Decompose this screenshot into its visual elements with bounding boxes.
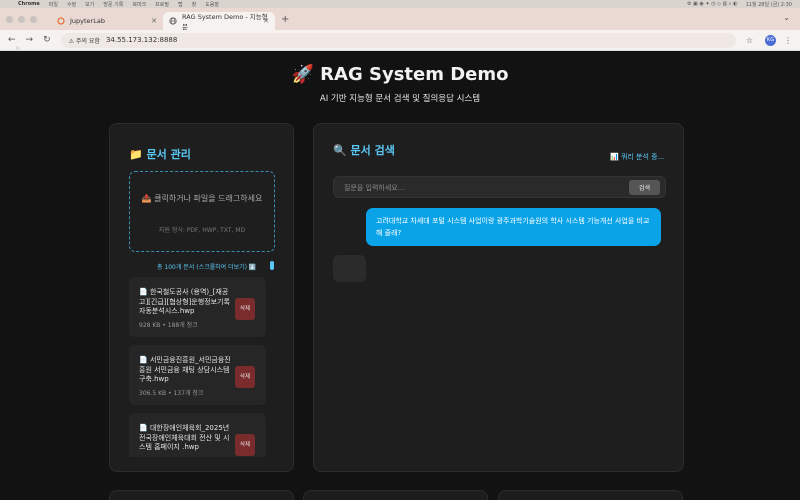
search-panel-title: 🔍 문서 검색: [333, 144, 395, 157]
list-item[interactable]: 📄 서민금융진흥원_서민금융진흥원 서민금융 채팅 상담시스템 구축.hwp 3…: [129, 345, 266, 405]
page-subtitle: AI 기반 지능형 문서 검색 및 질의응답 시스템: [319, 94, 481, 104]
window-controls: [6, 15, 37, 23]
list-item[interactable]: 📄 대한장애인체육회_2025년 전국장애인체육대회 전산 및 시스템 홈페이지…: [129, 413, 266, 457]
security-warning[interactable]: ⚠ 주의 요함: [69, 36, 100, 45]
user-message-bubble: 고려대학교 차세대 포털 시스템 사업이랑 광주과학기술원의 학사 시스템 기능…: [366, 208, 661, 246]
query-status: 📊 쿼리 분석 중...: [610, 153, 665, 161]
tab-rag-demo[interactable]: RAG System Demo - 지능형 문 ✕: [163, 12, 275, 31]
tab-search-icon[interactable]: ⌄: [783, 13, 790, 22]
menu-window[interactable]: 창: [192, 1, 197, 8]
jupyter-icon: [57, 17, 65, 25]
bookmark-star-icon[interactable]: ☆: [746, 36, 753, 45]
close-window-icon[interactable]: [6, 15, 13, 23]
supported-formats: 지원 형식: PDF, HWP, TXT, MD: [158, 227, 246, 234]
reload-icon[interactable]: ↻: [43, 35, 51, 45]
delete-button[interactable]: 삭제: [235, 298, 255, 320]
delete-button[interactable]: 삭제: [235, 366, 255, 388]
tab-label: JupyterLab: [70, 17, 105, 25]
menu-edit[interactable]: 수정: [67, 1, 76, 8]
document-name: 📄 서민금융진흥원_서민금융진흥원 서민금융 채팅 상담시스템 구축.hwp: [139, 356, 231, 383]
minimize-window-icon[interactable]: [18, 15, 25, 23]
menubar-clock[interactable]: 11월 28일 (금) 2:30: [746, 1, 792, 8]
document-management-panel: 📁 문서 관리 📤 클릭하거나 파일을 드래그하세요 지원 형식: PDF, H…: [109, 123, 294, 472]
menu-help[interactable]: 도움말: [205, 1, 219, 8]
document-name: 📄 한국철도공사 (용역)_[재공고][긴급][협상형]운행정보기록 자동분석시…: [139, 288, 230, 315]
forward-icon[interactable]: →: [26, 35, 34, 45]
url-text[interactable]: 34.55.173.132:8888: [106, 36, 177, 44]
menu-tab[interactable]: 탭: [178, 1, 183, 8]
tab-label: RAG System Demo - 지능형 문: [182, 13, 268, 31]
menu-bookmarks[interactable]: 북마크: [132, 1, 146, 8]
docs-panel-title: 📁 문서 관리: [129, 148, 191, 161]
more-menu-icon[interactable]: ⋮: [784, 36, 792, 45]
document-name: 📄 대한장애인체육회_2025년 전국장애인체육대회 전산 및 시스템 홈페이지…: [139, 424, 230, 451]
browser-toolbar: ← → ↻ ⚠ 주의 요함 34.55.173.132:8888 ☆ KG ⋮: [0, 30, 800, 51]
document-meta: 306.5 KB • 137개 청크: [139, 390, 204, 397]
menu-history[interactable]: 방문 기록: [103, 1, 123, 8]
document-meta: 928 KB • 188개 청크: [139, 322, 198, 329]
os-menubar: Chrome 파일 수정 보기 방문 기록 북마크 프로필 탭 창 도움말 ⚙ …: [0, 0, 800, 8]
dropzone-text: 📤 클릭하거나 파일을 드래그하세요: [141, 194, 263, 203]
page-content: 🚀 RAG System Demo AI 기반 지능형 문서 검색 및 질의응답…: [0, 52, 800, 500]
menu-app[interactable]: Chrome: [18, 1, 40, 7]
maximize-window-icon[interactable]: [30, 15, 37, 23]
close-tab-icon[interactable]: ✕: [151, 17, 157, 25]
search-button[interactable]: 검색: [629, 180, 660, 195]
scroll-indicator[interactable]: [270, 261, 274, 270]
search-bar: 검색: [333, 176, 666, 198]
file-dropzone[interactable]: 📤 클릭하거나 파일을 드래그하세요 지원 형식: PDF, HWP, TXT,…: [129, 171, 275, 252]
close-tab-icon[interactable]: ✕: [263, 17, 269, 25]
address-bar[interactable]: ⚠ 주의 요함 34.55.173.132:8888: [60, 32, 736, 48]
assistant-message-loading: [333, 255, 366, 282]
bottom-card: [303, 490, 488, 500]
menu-profile[interactable]: 프로필: [155, 1, 169, 8]
delete-button[interactable]: 삭제: [235, 434, 255, 456]
profile-avatar[interactable]: KG: [765, 34, 776, 46]
browser-tabbar: JupyterLab ✕ RAG System Demo - 지능형 문 ✕ +…: [0, 8, 800, 31]
globe-icon: [169, 17, 177, 25]
menu-view[interactable]: 보기: [85, 1, 94, 8]
search-input[interactable]: [344, 181, 624, 194]
document-search-panel: 🔍 문서 검색 📊 쿼리 분석 중... 검색 고려대학교 차세대 포털 시스템…: [313, 123, 684, 472]
warning-text: 주의 요함: [75, 37, 100, 45]
status-icons[interactable]: ⚙ ▣ ◉ ✦ ◷ ◇ ▥ ⌕ ◐: [687, 1, 738, 8]
tab-jupyterlab[interactable]: JupyterLab ✕: [51, 12, 163, 30]
list-item[interactable]: 📄 한국철도공사 (용역)_[재공고][긴급][협상형]운행정보기록 자동분석시…: [129, 277, 266, 337]
mouse-cursor-icon: ➤: [14, 44, 22, 54]
document-list[interactable]: 📄 한국철도공사 (용역)_[재공고][긴급][협상형]운행정보기록 자동분석시…: [129, 277, 275, 457]
document-count: 총 100개 문서 (스크롤하여 더보기) ⬇️: [157, 264, 257, 271]
new-tab-button[interactable]: +: [281, 14, 289, 25]
menu-file[interactable]: 파일: [49, 1, 58, 8]
bottom-card: [498, 490, 683, 500]
page-title: 🚀 RAG System Demo: [291, 64, 509, 85]
bottom-card: [109, 490, 294, 500]
